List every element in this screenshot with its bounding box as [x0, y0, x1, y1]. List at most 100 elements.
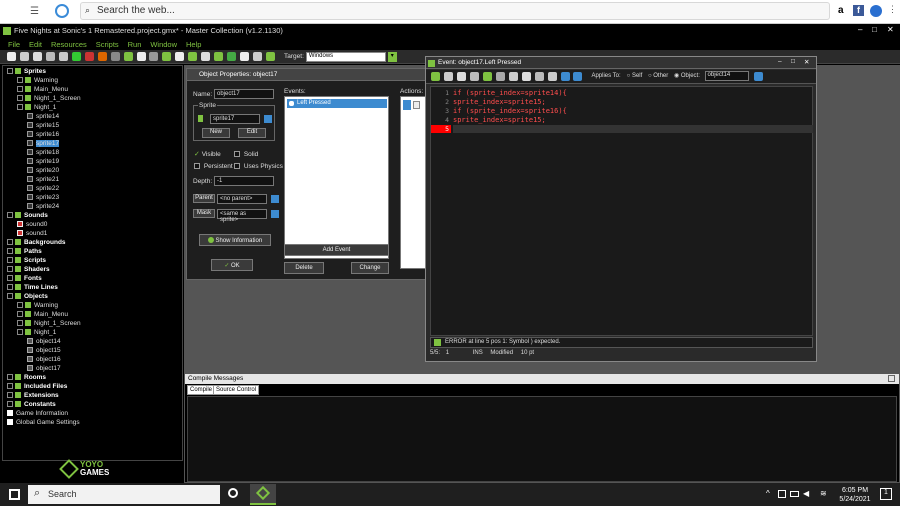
expand-toggle-icon[interactable]	[7, 68, 13, 74]
self-radio[interactable]: ○ Self	[627, 73, 644, 79]
browser-menu-icon[interactable]: ☰	[30, 6, 39, 17]
tree-item-main-menu[interactable]: Main_Menu	[17, 311, 68, 318]
path-res-icon[interactable]	[162, 52, 172, 61]
tree-item-sprite14[interactable]: sprite14	[27, 113, 59, 120]
tab-source-control[interactable]: Source Control	[213, 385, 260, 395]
edit-sprite-button[interactable]: Edit	[238, 128, 266, 138]
parent-menu-icon[interactable]	[271, 195, 279, 203]
tree-item-global-game-settings[interactable]: Global Game Settings	[7, 419, 80, 426]
expand-toggle-icon[interactable]	[7, 239, 13, 245]
tree-item-objects[interactable]: Objects	[7, 293, 48, 300]
object-menu-icon[interactable]	[753, 72, 763, 81]
task-view-icon[interactable]	[228, 488, 238, 498]
taskbar-search[interactable]: ⌕ Search	[28, 485, 220, 504]
cut-icon[interactable]	[508, 72, 518, 81]
debug-icon[interactable]	[84, 52, 94, 61]
tree-item-sprite17[interactable]: sprite17	[27, 140, 60, 147]
browser-search-input[interactable]: ⌕ Search the web...	[80, 2, 830, 20]
change-event-button[interactable]: Change	[351, 262, 389, 274]
expand-toggle-icon[interactable]	[17, 302, 23, 308]
target-select[interactable]: Windows	[305, 52, 386, 62]
open-project-icon[interactable]	[19, 52, 29, 61]
tree-item-rooms[interactable]: Rooms	[7, 374, 46, 381]
expand-toggle-icon[interactable]	[7, 293, 13, 299]
menu-edit[interactable]: Edit	[29, 40, 42, 49]
tree-item-night-1-screen[interactable]: Night_1_Screen	[17, 95, 81, 102]
font-res-icon[interactable]	[201, 52, 211, 61]
tree-item-sprite15[interactable]: sprite15	[27, 122, 59, 129]
tree-item-constants[interactable]: Constants	[7, 401, 56, 408]
show-information-button[interactable]: Show Information	[199, 234, 271, 246]
save-icon[interactable]	[32, 52, 42, 61]
tree-item-object16[interactable]: object16	[27, 356, 61, 363]
name-input[interactable]: object17	[214, 89, 274, 99]
menu-scripts[interactable]: Scripts	[96, 40, 119, 49]
expand-toggle-icon[interactable]	[17, 104, 23, 110]
profile-icon[interactable]	[870, 5, 882, 17]
tree-item-paths[interactable]: Paths	[7, 248, 42, 255]
applies-object-input[interactable]: object14	[704, 71, 749, 81]
add-event-button[interactable]: Add Event	[284, 244, 389, 256]
visible-checkbox[interactable]: ✓ Visible	[194, 150, 221, 158]
tree-item-sprite24[interactable]: sprite24	[27, 203, 59, 210]
show-hidden-icons[interactable]: ^	[766, 489, 770, 498]
sprite-input[interactable]: sprite17	[210, 114, 260, 124]
menu-resources[interactable]: Resources	[51, 40, 87, 49]
tree-item-shaders[interactable]: Shaders	[7, 266, 50, 273]
tree-item-night-1-screen[interactable]: Night_1_Screen	[17, 320, 81, 327]
background-res-icon[interactable]	[149, 52, 159, 61]
parent-input[interactable]: <no parent>	[217, 194, 267, 204]
maximize-icon[interactable]: □	[872, 25, 877, 34]
uses-physics-checkbox[interactable]: Uses Physics	[234, 163, 283, 170]
tree-item-sprite19[interactable]: sprite19	[27, 158, 59, 165]
tree-item-object14[interactable]: object14	[27, 338, 61, 345]
persistent-checkbox[interactable]: Persistent	[194, 163, 233, 170]
delete-event-button[interactable]: Delete	[284, 262, 324, 274]
confirm-icon[interactable]	[431, 72, 440, 81]
expand-toggle-icon[interactable]	[7, 212, 13, 218]
run-icon[interactable]	[71, 52, 81, 61]
check-syntax-icon[interactable]	[560, 72, 570, 81]
tree-item-sound0[interactable]: sound0	[17, 221, 47, 228]
code-text-area[interactable]: 1 2 3 4 5 if (sprite_index=sprite14){ sp…	[430, 86, 813, 336]
sound-res-icon[interactable]	[136, 52, 146, 61]
minimize-icon[interactable]: –	[778, 58, 782, 65]
object-res-icon[interactable]	[227, 52, 237, 61]
tree-item-backgrounds[interactable]: Backgrounds	[7, 239, 66, 246]
other-radio[interactable]: ○ Other	[648, 73, 670, 79]
expand-toggle-icon[interactable]	[7, 374, 13, 380]
expand-toggle-icon[interactable]	[17, 311, 23, 317]
solid-checkbox[interactable]: Solid	[234, 151, 258, 158]
depth-input[interactable]: -1	[214, 176, 274, 186]
mask-input[interactable]: <same as sprite>	[217, 209, 267, 223]
parent-button[interactable]: Parent	[193, 194, 215, 203]
tree-item-object17[interactable]: object17	[27, 365, 61, 372]
maximize-icon[interactable]: □	[791, 58, 795, 65]
tree-item-sound1[interactable]: sound1	[17, 230, 47, 237]
expand-toggle-icon[interactable]	[7, 257, 13, 263]
tree-item-sprite23[interactable]: sprite23	[27, 194, 59, 201]
room-res-icon[interactable]	[240, 52, 250, 61]
expand-toggle-icon[interactable]	[7, 266, 13, 272]
expand-toggle-icon[interactable]	[17, 77, 23, 83]
tab-compile[interactable]: Compile	[187, 385, 216, 395]
ok-button[interactable]: ✓ OK	[211, 259, 253, 271]
tree-item-sprites[interactable]: Sprites	[7, 68, 46, 75]
timeline-res-icon[interactable]	[214, 52, 224, 61]
network-icon[interactable]	[778, 490, 786, 498]
event-item-left-pressed[interactable]: Left Pressed	[287, 99, 387, 108]
tree-item-sounds[interactable]: Sounds	[7, 212, 48, 219]
sprite-menu-icon[interactable]	[264, 115, 272, 123]
tree-item-extensions[interactable]: Extensions	[7, 392, 59, 399]
panel-dock-icon[interactable]	[888, 375, 895, 382]
tree-item-sprite22[interactable]: sprite22	[27, 185, 59, 192]
sprite-res-icon[interactable]	[123, 52, 133, 61]
clean-icon[interactable]	[110, 52, 120, 61]
close-icon[interactable]: ✕	[887, 25, 894, 34]
menu-run[interactable]: Run	[128, 40, 142, 49]
expand-toggle-icon[interactable]	[17, 95, 23, 101]
mask-button[interactable]: Mask	[193, 209, 215, 218]
export-icon[interactable]	[45, 52, 55, 61]
browser-more-icon[interactable]: ⋮	[888, 4, 897, 15]
new-project-icon[interactable]	[7, 52, 16, 61]
